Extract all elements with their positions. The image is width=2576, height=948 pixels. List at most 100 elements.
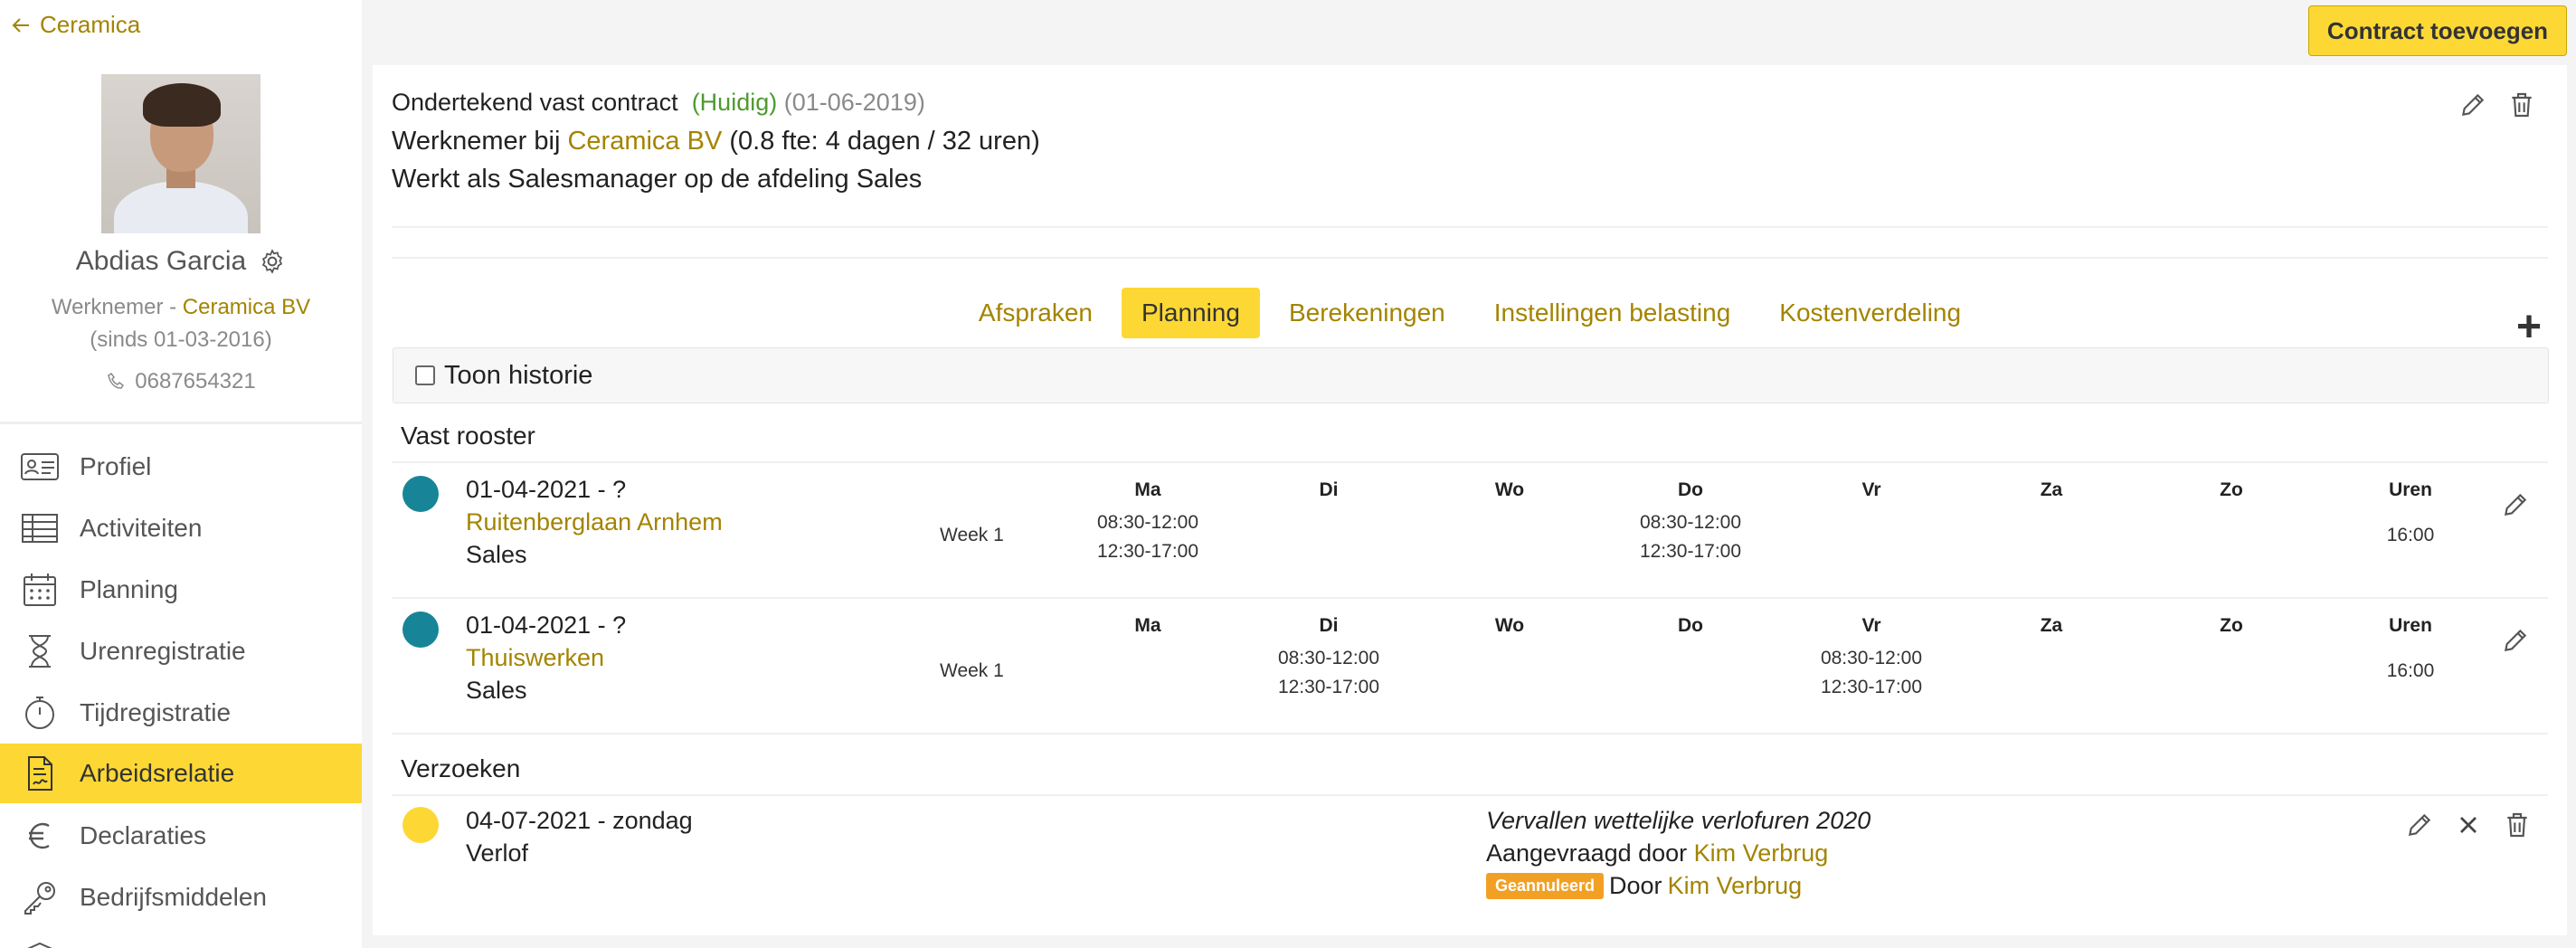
edit-schedule-button[interactable]	[2497, 622, 2533, 659]
day-header-di: Di	[1319, 615, 1339, 636]
person-role: Werknemer - Ceramica BV	[0, 295, 362, 320]
trash-icon	[2512, 92, 2532, 118]
person-name-row: Abdias Garcia	[0, 246, 362, 277]
schedule-location-link[interactable]: Thuiswerken	[466, 644, 604, 672]
edit-schedule-button[interactable]	[2497, 487, 2533, 523]
delete-request-button[interactable]	[2499, 807, 2535, 843]
contract-status: (Huidig)	[691, 89, 778, 116]
day-header-wo: Wo	[1494, 615, 1525, 636]
nav-item-activiteiten[interactable]: Activiteiten	[0, 498, 362, 558]
nav-item-planning[interactable]: Planning	[0, 560, 362, 620]
tab-kostenverdeling[interactable]: Kostenverdeling	[1759, 288, 1981, 338]
contract-function: Werkt als Salesmanager op de afdeling Sa…	[392, 165, 923, 194]
day-header-uren: Uren	[2389, 615, 2432, 636]
day-header-za: Za	[2040, 615, 2063, 636]
day-header-ma: Ma	[1134, 479, 1161, 500]
schedule-week: Week 1	[940, 660, 1004, 681]
time-slot: 08:30-12:00	[1639, 512, 1742, 533]
tab-afspraken[interactable]: Afspraken	[959, 288, 1113, 338]
request-cancelled-by: Geannuleerd Door Kim Verbrug	[1486, 872, 1802, 900]
reject-request-button[interactable]	[2450, 807, 2486, 843]
nav-item-profiel[interactable]: Profiel	[0, 437, 362, 497]
request-row: 04-07-2021 - zondag Verlof Vervallen wet…	[392, 796, 2548, 905]
day-header-zo: Zo	[2220, 615, 2243, 636]
nav-item-more[interactable]	[0, 928, 362, 948]
divider	[392, 226, 2548, 228]
divider	[392, 733, 2548, 735]
nav-label: Bedrijfsmiddelen	[80, 883, 267, 911]
close-icon	[2460, 817, 2477, 833]
schedule-hours: 16:00	[2386, 525, 2435, 545]
day-header-zo: Zo	[2220, 479, 2243, 500]
cancelled-by-link[interactable]: Kim Verbrug	[1668, 872, 1803, 900]
history-checkbox[interactable]	[415, 365, 435, 385]
nav-label: Profiel	[80, 452, 152, 480]
day-header-ma: Ma	[1134, 615, 1161, 636]
nav-label: Planning	[80, 575, 178, 603]
divider	[392, 257, 2548, 259]
delete-contract-button[interactable]	[2504, 87, 2540, 123]
pencil-icon	[2504, 629, 2527, 652]
time-slot: 08:30-12:00	[1277, 648, 1380, 668]
request-requested-by: Aangevraagd door Kim Verbrug	[1486, 839, 1828, 867]
day-header-vr: Vr	[1861, 479, 1881, 500]
request-type: Verlof	[466, 839, 529, 867]
id-card-icon	[21, 453, 59, 480]
day-header-uren: Uren	[2389, 479, 2432, 500]
back-link-label: Ceramica	[40, 11, 141, 38]
back-link[interactable]: Ceramica	[11, 11, 140, 39]
schedule-department: Sales	[466, 541, 527, 568]
phone-icon	[108, 372, 125, 389]
pencil-icon	[2461, 93, 2485, 117]
gear-icon[interactable]	[259, 248, 286, 275]
nav-item-arbeidsrelatie[interactable]: Arbeidsrelatie	[0, 744, 362, 803]
request-dot	[402, 807, 439, 843]
history-label: Toon historie	[444, 360, 593, 390]
person-role-prefix: Werknemer -	[51, 295, 183, 319]
requested-prefix: Aangevraagd door	[1486, 839, 1694, 867]
tab-instellingen-belasting[interactable]: Instellingen belasting	[1474, 288, 1751, 338]
edit-contract-button[interactable]	[2455, 87, 2491, 123]
day-header-vr: Vr	[1861, 615, 1881, 636]
contract-title-line: Ondertekend vast contract (Huidig) (01-0…	[392, 89, 925, 117]
times-do: 08:30-12:00 12:30-17:00	[1627, 508, 1754, 566]
tab-berekeningen[interactable]: Berekeningen	[1269, 288, 1465, 338]
employer-link[interactable]: Ceramica BV	[567, 127, 722, 156]
nav-item-urenregistratie[interactable]: Urenregistratie	[0, 621, 362, 681]
nav-item-bedrijfsmiddelen[interactable]: Bedrijfsmiddelen	[0, 867, 362, 927]
day-header-za: Za	[2040, 479, 2063, 500]
time-slot: 12:30-17:00	[1820, 677, 1923, 697]
schedule-dot	[402, 476, 439, 512]
contract-icon	[28, 756, 52, 791]
layers-icon	[27, 942, 52, 948]
avatar	[101, 74, 260, 233]
schedule-dot	[402, 611, 439, 648]
trash-icon	[2507, 812, 2527, 838]
edit-request-button[interactable]	[2401, 807, 2438, 843]
nav-label: Activiteiten	[80, 514, 203, 542]
requested-by-link[interactable]: Kim Verbrug	[1694, 839, 1829, 867]
schedule-week: Week 1	[940, 525, 1004, 545]
nav-label: Urenregistratie	[80, 637, 246, 665]
key-icon	[24, 882, 55, 915]
euro-icon	[29, 822, 50, 849]
contract-date: (01-06-2019)	[783, 89, 925, 116]
nav-item-tijdregistratie[interactable]: Tijdregistratie	[0, 683, 362, 743]
contract-employer-line: Werknemer bij Ceramica BV (0.8 fte: 4 da…	[392, 127, 1040, 156]
schedule-location-link[interactable]: Ruitenberglaan Arnhem	[466, 508, 723, 536]
nav-item-declaraties[interactable]: Declaraties	[0, 806, 362, 866]
person-phone[interactable]: 0687654321	[0, 369, 362, 394]
schedule-row: 01-04-2021 - ? Thuiswerken Sales Week 1 …	[392, 599, 2548, 731]
nav-label: Declaraties	[80, 821, 207, 849]
person-company-link[interactable]: Ceramica BV	[183, 295, 310, 319]
tab-planning[interactable]: Planning	[1121, 288, 1260, 338]
add-contract-button[interactable]: Contract toevoegen	[2308, 5, 2567, 56]
tab-bar: Afspraken Planning Berekeningen Instelli…	[373, 288, 2567, 338]
time-slot: 08:30-12:00	[1096, 512, 1199, 533]
history-toggle[interactable]: Toon historie	[393, 347, 2549, 403]
employer-prefix: Werknemer bij	[392, 127, 568, 156]
schedule-hours: 16:00	[2386, 660, 2435, 681]
add-plus-button[interactable]: +	[2516, 302, 2542, 352]
schedule-row: 01-04-2021 - ? Ruitenberglaan Arnhem Sal…	[392, 463, 2548, 595]
schedule-date: 01-04-2021 - ?	[466, 476, 627, 503]
